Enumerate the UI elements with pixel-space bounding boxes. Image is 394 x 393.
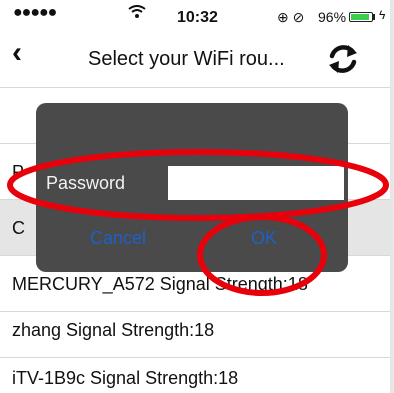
- page-title: Select your WiFi rou...: [88, 48, 285, 70]
- chevron-left-icon[interactable]: ‹: [12, 36, 22, 70]
- refresh-icon[interactable]: [326, 42, 360, 76]
- cancel-button[interactable]: Cancel: [90, 228, 146, 249]
- list-item[interactable]: iTV-1B9c Signal Strength:18: [0, 350, 390, 393]
- nav-bar: ‹ Select your WiFi rou...: [0, 30, 390, 88]
- status-bar: ●●●●● 10:32 ⊕ ⊘ 96% ϟ: [0, 0, 390, 30]
- status-indicator-icons: ⊕ ⊘: [277, 9, 305, 25]
- list-item-label: P: [12, 162, 25, 182]
- list-item-label: zhang Signal Strength:18: [12, 320, 215, 340]
- password-input[interactable]: [168, 166, 344, 200]
- list-item-label: MERCURY_A572 Signal Strength:18: [12, 274, 308, 294]
- battery-icon: [349, 12, 373, 22]
- battery-tip: [373, 14, 375, 20]
- list-item-label: C: [12, 218, 25, 238]
- wifi-icon: [128, 5, 146, 24]
- charging-bolt-icon: ϟ: [379, 8, 386, 22]
- password-label: Password: [46, 173, 126, 193]
- battery-percentage: 96%: [318, 9, 347, 25]
- ok-button[interactable]: OK: [251, 228, 277, 249]
- phone-screen: ●●●●● 10:32 ⊕ ⊘ 96% ϟ ‹ Select your WiFi…: [0, 0, 394, 393]
- status-time: 10:32: [177, 9, 218, 26]
- list-item-label: iTV-1B9c Signal Strength:18: [12, 368, 239, 388]
- signal-strength-icon: ●●●●●: [13, 4, 57, 21]
